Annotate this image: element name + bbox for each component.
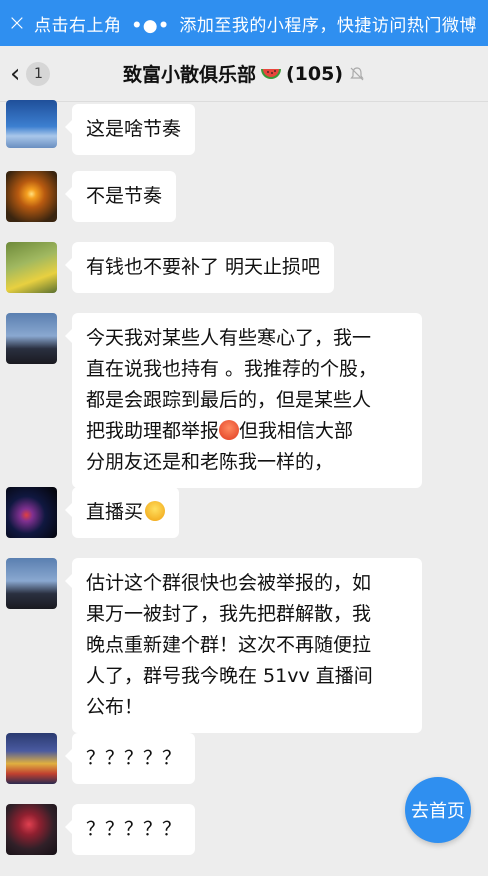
banner-text: 点击右上角 •●• 添加至我的小程序，快捷访问热门微博 — [34, 11, 477, 36]
message-text: 不是节奏 — [86, 185, 163, 207]
angry-emoji-icon — [219, 420, 240, 440]
avatar[interactable] — [6, 171, 57, 222]
avatar[interactable] — [6, 804, 57, 855]
message-bubble[interactable]: 这是啥节奏 — [64, 104, 196, 155]
message-line: 今天我对某些人有些寒心了，我一 — [86, 327, 372, 349]
message-line: 分朋友还是和老陈我一样的， — [86, 451, 334, 473]
avatar[interactable] — [6, 733, 57, 784]
message-line: 公布！ — [86, 696, 144, 718]
message-line: 人了，群号我今晚在 51vv 直播间 — [86, 665, 373, 687]
avatar[interactable] — [6, 242, 57, 293]
message-line: 估计这个群很快也会被举报的，如 — [86, 572, 372, 594]
message-line: 把我助理都举报 但我相信大部 — [86, 420, 354, 442]
chat-title: 致富小散俱乐部 (105) — [123, 60, 365, 87]
message-text: 这是啥节奏 — [86, 118, 182, 140]
message-text: 有钱也不要补了 明天止损吧 — [86, 256, 321, 278]
message-text: 直播买 — [86, 501, 144, 523]
message-line: 直在说我也持有 。我推荐的个股， — [86, 358, 378, 380]
message-text: ？？？？？ — [86, 818, 182, 840]
more-dots-icon: •●• — [131, 15, 170, 36]
message-bubble[interactable]: 今天我对某些人有些寒心了，我一 直在说我也持有 。我推荐的个股， 都是会跟踪到最… — [65, 313, 422, 488]
banner-text-before: 点击右上角 — [34, 15, 122, 36]
back-button[interactable]: ‹ 1 — [10, 58, 51, 90]
message-line: 晚点重新建个群！这次不再随便拉 — [86, 634, 372, 656]
avatar[interactable] — [6, 100, 57, 148]
message-bubble[interactable]: 直播买 — [64, 487, 180, 538]
miniprogram-banner: × 点击右上角 •●• 添加至我的小程序，快捷访问热门微博 — [0, 0, 488, 46]
message-line: 果万一被封了，我先把群解散，我 — [86, 603, 372, 625]
message-bubble[interactable]: 有钱也不要补了 明天止损吧 — [64, 242, 335, 293]
group-name: 致富小散俱乐部 — [122, 64, 256, 86]
watermelon-icon — [260, 69, 281, 79]
message-line: 都是会跟踪到最后的，但是某些人 — [86, 389, 372, 411]
message-bubble[interactable]: ？？？？？ — [64, 733, 196, 784]
message-bubble[interactable]: 不是节奏 — [64, 171, 177, 222]
chevron-left-icon: ‹ — [10, 59, 21, 89]
avatar[interactable] — [6, 313, 57, 364]
chat-header: ‹ 1 致富小散俱乐部 (105) — [0, 46, 488, 102]
screaming-emoji-icon — [145, 501, 166, 521]
unread-count-badge: 1 — [26, 62, 51, 86]
message-bubble[interactable]: ？？？？？ — [64, 804, 196, 855]
avatar[interactable] — [6, 558, 57, 609]
member-count: (105) — [285, 62, 344, 85]
mute-bell-icon — [350, 66, 364, 80]
avatar[interactable] — [6, 487, 57, 538]
close-icon[interactable]: × — [0, 0, 34, 46]
message-text: ？？？？？ — [86, 747, 182, 769]
banner-text-after: 添加至我的小程序，快捷访问热门微博 — [179, 15, 477, 36]
go-home-button[interactable]: 去首页 — [405, 777, 471, 843]
message-bubble[interactable]: 估计这个群很快也会被举报的，如 果万一被封了，我先把群解散，我 晚点重新建个群！… — [65, 558, 422, 733]
